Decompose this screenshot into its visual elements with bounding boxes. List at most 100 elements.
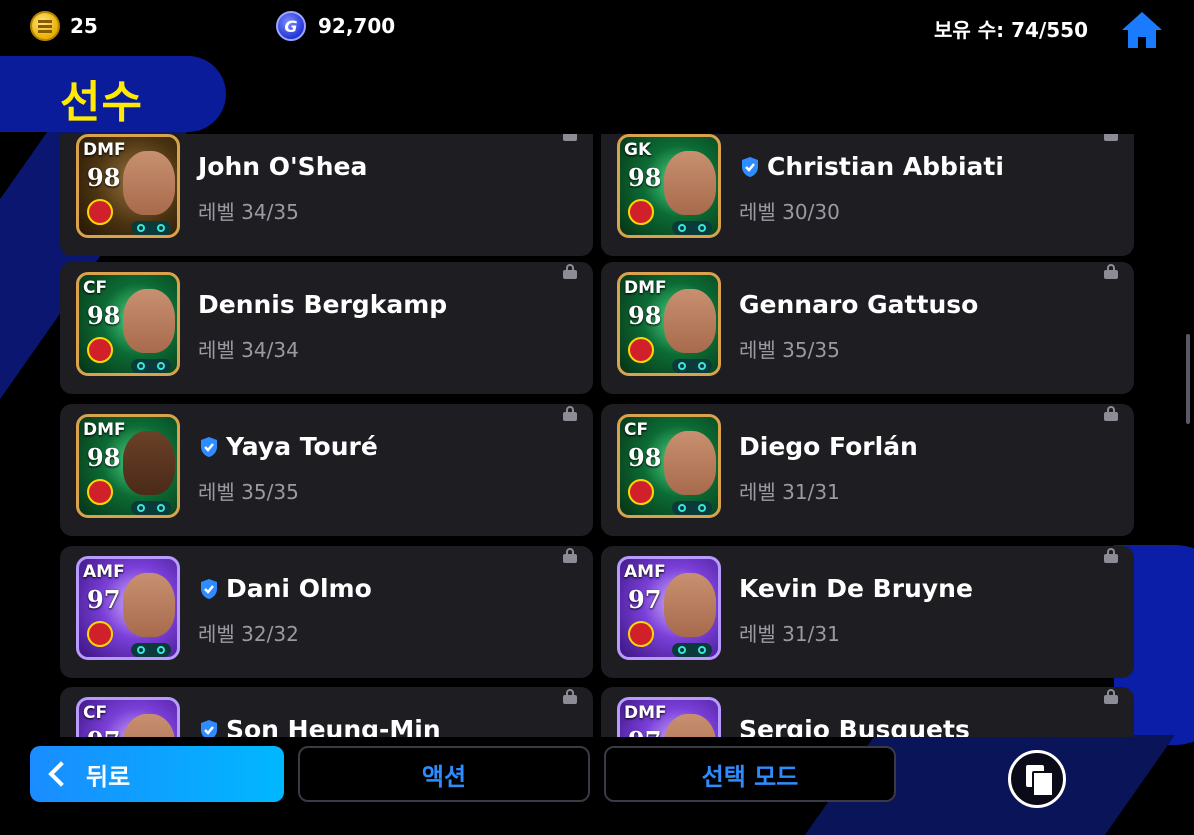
skill-chips bbox=[131, 501, 171, 515]
lock-icon[interactable] bbox=[563, 406, 577, 421]
player-name: Gennaro Gattuso bbox=[739, 290, 979, 319]
player-portrait bbox=[664, 573, 716, 637]
player-rating: 98 bbox=[628, 301, 662, 330]
action-button[interactable]: 액션 bbox=[298, 746, 590, 802]
owned-count: 보유 수: 74/550 bbox=[933, 18, 1088, 42]
player-card[interactable]: AMF 97 Dani Olmo 레벨 32/32 bbox=[60, 546, 593, 678]
player-portrait bbox=[123, 431, 175, 495]
player-position: DMF bbox=[83, 420, 126, 440]
back-button-label: 뒤로 bbox=[86, 762, 131, 791]
player-name: Diego Forlán bbox=[739, 432, 918, 461]
player-portrait bbox=[664, 289, 716, 353]
lock-icon[interactable] bbox=[563, 134, 577, 141]
select-mode-button-label: 선택 모드 bbox=[701, 762, 799, 791]
gp-coin-icon: G bbox=[276, 11, 306, 41]
player-position: CF bbox=[83, 278, 108, 298]
player-rating: 97 bbox=[628, 726, 661, 737]
player-list[interactable]: DMF 98 John O'Shea 레벨 34/35 GK 98 Christian Ab… bbox=[0, 134, 1194, 737]
player-card[interactable]: DMF 97 Sergio Busquets bbox=[601, 687, 1134, 737]
player-position: DMF bbox=[83, 140, 126, 160]
player-card[interactable]: CF 98 Dennis Bergkamp 레벨 34/34 bbox=[60, 262, 593, 394]
gp-symbol: G bbox=[284, 16, 298, 36]
player-portrait bbox=[123, 714, 175, 737]
player-card-image: AMF 97 bbox=[617, 556, 721, 660]
player-name: Dani Olmo bbox=[226, 574, 372, 603]
player-rating: 98 bbox=[87, 301, 121, 330]
club-badge-icon bbox=[628, 621, 654, 647]
player-name: John O'Shea bbox=[198, 152, 368, 181]
player-card[interactable]: CF 97 Son Heung-Min bbox=[60, 687, 593, 737]
player-name-row: Dani Olmo bbox=[198, 574, 372, 603]
player-name-row: Christian Abbiati bbox=[739, 152, 1004, 181]
select-mode-button[interactable]: 선택 모드 bbox=[604, 746, 896, 802]
player-level: 레벨 34/34 bbox=[198, 338, 299, 362]
club-badge-icon bbox=[87, 199, 113, 225]
player-name-row: Gennaro Gattuso bbox=[739, 290, 978, 319]
verified-icon bbox=[201, 719, 217, 737]
skill-chips bbox=[131, 643, 171, 657]
player-name-row: Dennis Bergkamp bbox=[198, 290, 447, 319]
top-bar: 25 G 92,700 보유 수: 74/550 bbox=[0, 0, 1194, 56]
club-badge-icon bbox=[87, 479, 113, 505]
lock-icon[interactable] bbox=[1104, 689, 1118, 704]
player-card[interactable]: GK 98 Christian Abbiati 레벨 30/30 bbox=[601, 134, 1134, 256]
player-rating: 98 bbox=[628, 443, 662, 472]
player-rating: 98 bbox=[628, 163, 662, 192]
gold-coin-icon bbox=[30, 11, 60, 41]
lock-icon[interactable] bbox=[1104, 134, 1118, 141]
player-level: 레벨 34/35 bbox=[198, 200, 299, 224]
lock-icon[interactable] bbox=[1104, 406, 1118, 421]
page-title: 선수 bbox=[60, 77, 143, 128]
player-card-image: CF 98 bbox=[76, 272, 180, 376]
player-card-image: DMF 97 bbox=[617, 697, 721, 737]
player-rating: 98 bbox=[87, 443, 121, 472]
copy-button[interactable] bbox=[1008, 750, 1066, 808]
lock-icon[interactable] bbox=[563, 689, 577, 704]
lock-icon[interactable] bbox=[563, 548, 577, 563]
lock-icon[interactable] bbox=[1104, 548, 1118, 563]
player-card[interactable]: DMF 98 John O'Shea 레벨 34/35 bbox=[60, 134, 593, 256]
player-position: DMF bbox=[624, 278, 667, 298]
club-badge-icon bbox=[628, 337, 654, 363]
player-position: AMF bbox=[83, 562, 125, 582]
player-level: 레벨 35/35 bbox=[739, 338, 840, 362]
player-position: AMF bbox=[624, 562, 666, 582]
player-portrait bbox=[664, 714, 716, 737]
player-name: Sergio Busquets bbox=[739, 715, 970, 737]
player-portrait bbox=[123, 151, 175, 215]
home-icon[interactable] bbox=[1120, 10, 1164, 50]
player-card-image: DMF 98 bbox=[76, 414, 180, 518]
skill-chips bbox=[672, 501, 712, 515]
player-name: Son Heung-Min bbox=[226, 715, 441, 737]
player-card-image: DMF 98 bbox=[617, 272, 721, 376]
skill-chips bbox=[672, 643, 712, 657]
player-name-row: Sergio Busquets bbox=[739, 715, 970, 737]
player-name-row: Kevin De Bruyne bbox=[739, 574, 973, 603]
player-rating: 97 bbox=[87, 726, 120, 737]
player-name: Dennis Bergkamp bbox=[198, 290, 448, 319]
player-rating: 97 bbox=[87, 585, 121, 614]
club-badge-icon bbox=[87, 337, 113, 363]
player-card-image: CF 98 bbox=[617, 414, 721, 518]
player-card[interactable]: DMF 98 Yaya Touré 레벨 35/35 bbox=[60, 404, 593, 536]
gold-coin-count: 25 bbox=[70, 14, 98, 38]
verified-icon bbox=[201, 578, 217, 599]
skill-chips bbox=[131, 221, 171, 235]
player-card[interactable]: DMF 98 Gennaro Gattuso 레벨 35/35 bbox=[601, 262, 1134, 394]
player-portrait bbox=[664, 431, 716, 495]
player-portrait bbox=[664, 151, 716, 215]
copy-icon-front bbox=[1032, 771, 1054, 797]
verified-icon bbox=[742, 156, 758, 177]
back-button[interactable]: 뒤로 bbox=[30, 746, 284, 802]
player-position: CF bbox=[624, 420, 649, 440]
player-card[interactable]: CF 98 Diego Forlán 레벨 31/31 bbox=[601, 404, 1134, 536]
lock-icon[interactable] bbox=[563, 264, 577, 279]
chevron-left-icon bbox=[48, 761, 74, 787]
player-card-image: GK 98 bbox=[617, 134, 721, 238]
scrollbar[interactable] bbox=[1186, 334, 1190, 424]
player-portrait bbox=[123, 573, 175, 637]
player-name: Kevin De Bruyne bbox=[739, 574, 973, 603]
lock-icon[interactable] bbox=[1104, 264, 1118, 279]
player-name-row: Yaya Touré bbox=[198, 432, 378, 461]
player-card[interactable]: AMF 97 Kevin De Bruyne 레벨 31/31 bbox=[601, 546, 1134, 678]
